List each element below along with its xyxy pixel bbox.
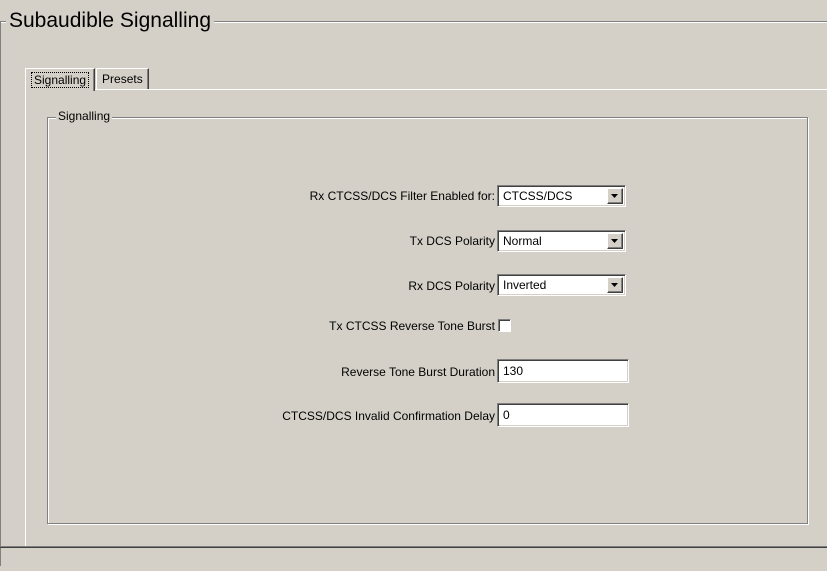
page-title: Subaudible Signalling <box>6 9 214 33</box>
rx-dcs-polarity-value: Inverted <box>503 278 547 292</box>
tx-reverse-burst-checkbox[interactable] <box>498 319 511 332</box>
rx-filter-dropdown-button[interactable] <box>607 188 623 204</box>
tab-strip: Signalling Presets <box>25 67 150 91</box>
tab-signalling-label: Signalling <box>31 72 90 88</box>
rx-dcs-polarity-select[interactable]: Inverted <box>497 274 626 296</box>
chevron-down-icon <box>611 239 618 243</box>
chevron-down-icon <box>611 194 618 198</box>
groupbox-title: Signalling <box>56 108 113 124</box>
tab-signalling[interactable]: Signalling <box>25 68 96 91</box>
reverse-burst-duration-value: 130 <box>503 364 524 378</box>
panel-bottom-border <box>0 546 827 548</box>
invalid-confirmation-delay-label: CTCSS/DCS Invalid Confirmation Delay <box>282 409 495 423</box>
tx-dcs-polarity-dropdown-button[interactable] <box>607 233 623 249</box>
tx-dcs-polarity-value: Normal <box>503 234 542 248</box>
title-rule-left <box>0 21 2 566</box>
rx-dcs-polarity-dropdown-button[interactable] <box>607 277 623 293</box>
tab-presets-label: Presets <box>102 72 143 86</box>
reverse-burst-duration-input[interactable]: 130 <box>497 359 629 383</box>
invalid-confirmation-delay-value: 0 <box>503 408 510 422</box>
tx-dcs-polarity-label: Tx DCS Polarity <box>409 234 495 248</box>
tx-reverse-burst-label: Tx CTCSS Reverse Tone Burst <box>329 319 495 333</box>
chevron-down-icon <box>611 283 618 287</box>
tab-presets[interactable]: Presets <box>96 68 149 89</box>
rx-filter-label: Rx CTCSS/DCS Filter Enabled for: <box>309 189 495 203</box>
rx-filter-value: CTCSS/DCS <box>503 189 573 203</box>
reverse-burst-duration-label: Reverse Tone Burst Duration <box>341 365 495 379</box>
invalid-confirmation-delay-input[interactable]: 0 <box>497 403 629 427</box>
rx-dcs-polarity-label: Rx DCS Polarity <box>408 279 495 293</box>
tx-dcs-polarity-select[interactable]: Normal <box>497 230 626 252</box>
rx-filter-select[interactable]: CTCSS/DCS <box>497 185 626 207</box>
